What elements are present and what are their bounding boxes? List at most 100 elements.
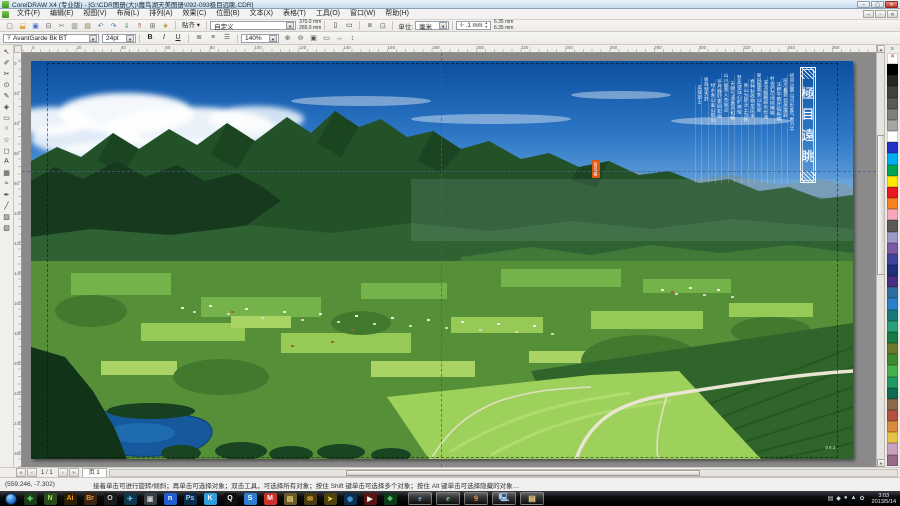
taskbar-window-explorer[interactable]: ▤ bbox=[520, 492, 544, 505]
menu-item-6[interactable]: 位图(B) bbox=[211, 9, 244, 19]
taskbar-icon-photoshop[interactable]: Ps bbox=[184, 493, 197, 505]
underline-button[interactable]: U bbox=[172, 32, 184, 44]
nudge-offset-field[interactable]: ✛ .1 mm ▲▼ bbox=[456, 21, 491, 30]
menu-item-5[interactable]: 效果(C) bbox=[178, 9, 212, 19]
taskbar-window-browser[interactable]: e bbox=[436, 492, 460, 505]
taskbar-icon-notes[interactable]: N bbox=[44, 493, 57, 505]
palette-swatch[interactable] bbox=[887, 198, 898, 209]
palette-swatch[interactable] bbox=[887, 109, 898, 120]
page-forward-button[interactable]: » bbox=[69, 468, 79, 477]
maximize-button[interactable]: ▢ bbox=[871, 1, 884, 8]
taskbar-icon-globe[interactable]: ◉ bbox=[344, 493, 357, 505]
taskbar-icon-folder[interactable]: ▤ bbox=[284, 493, 297, 505]
taskbar-icon-messenger[interactable]: ✈ bbox=[124, 493, 137, 505]
cut-button[interactable]: ✂ bbox=[56, 21, 67, 31]
taskbar-icon-bird[interactable]: ➤ bbox=[324, 493, 337, 505]
taskbar-icon-qq[interactable]: Q bbox=[224, 493, 237, 505]
palette-swatch[interactable] bbox=[887, 165, 898, 176]
zoom-selected-button[interactable]: ▣ bbox=[308, 33, 319, 43]
print-button[interactable]: ⊟ bbox=[43, 21, 54, 31]
palette-swatch[interactable] bbox=[887, 365, 898, 376]
menu-item-10[interactable]: 窗口(W) bbox=[345, 9, 380, 19]
palette-swatch[interactable] bbox=[887, 98, 898, 109]
zoom-level-combo[interactable]: 140%▾ bbox=[241, 34, 279, 43]
horizontal-guide[interactable] bbox=[22, 171, 876, 172]
doc-restore-button[interactable]: ▫ bbox=[875, 10, 886, 18]
palette-swatch[interactable] bbox=[887, 276, 898, 287]
palette-swatch[interactable] bbox=[887, 176, 898, 187]
menu-item-7[interactable]: 文本(X) bbox=[245, 9, 278, 19]
chevron-down-icon[interactable]: ▾ bbox=[286, 22, 294, 29]
taskbar-icon-security[interactable]: ✚ bbox=[24, 493, 37, 505]
paragraph-button-0[interactable]: ≣ bbox=[193, 32, 205, 44]
page-back-button[interactable]: « bbox=[16, 468, 26, 477]
palette-swatch[interactable] bbox=[887, 287, 898, 298]
text-tool[interactable]: A bbox=[1, 156, 13, 167]
taskbar-icon-bridge[interactable]: Br bbox=[84, 493, 97, 505]
palette-swatch[interactable] bbox=[887, 254, 898, 265]
palette-menu-icon[interactable]: ≡ bbox=[887, 46, 898, 53]
close-button[interactable]: ✕ bbox=[885, 1, 898, 8]
portrait-button[interactable]: ▯ bbox=[329, 20, 341, 32]
palette-swatch[interactable] bbox=[887, 410, 898, 421]
palette-swatch[interactable] bbox=[887, 142, 898, 153]
palette-swatch[interactable] bbox=[887, 443, 898, 454]
tray-icon-2[interactable]: ● bbox=[844, 495, 848, 502]
landscape-photo[interactable]: 极目远眺山河形胜气象万千层峦叠翠云蒸霞蔚沃野平畴阡陌纵横村舍俨然绿树掩映溪流蜿蜒… bbox=[31, 61, 853, 459]
interactive-fill-tool[interactable]: ▧ bbox=[1, 222, 13, 233]
palette-swatch[interactable] bbox=[887, 310, 898, 321]
palette-swatch[interactable] bbox=[887, 75, 898, 86]
all-pages-icon[interactable]: ⧈ bbox=[364, 21, 375, 31]
zoom-page-width-button[interactable]: ↔ bbox=[334, 33, 345, 43]
doc-minimize-button[interactable]: – bbox=[863, 10, 874, 18]
palette-swatch[interactable] bbox=[887, 187, 898, 198]
palette-swatch[interactable] bbox=[887, 321, 898, 332]
palette-swatch[interactable] bbox=[887, 131, 898, 142]
italic-button[interactable]: I bbox=[158, 32, 170, 44]
palette-swatch[interactable] bbox=[887, 243, 898, 254]
palette-swatch[interactable] bbox=[887, 64, 898, 75]
tray-icon-1[interactable]: ◆ bbox=[836, 495, 841, 502]
menu-item-11[interactable]: 帮助(H) bbox=[380, 9, 414, 19]
menu-item-0[interactable]: 文件(F) bbox=[12, 9, 45, 19]
menu-item-4[interactable]: 排列(A) bbox=[144, 9, 177, 19]
redo-button[interactable]: ↷ bbox=[108, 21, 119, 31]
menu-item-3[interactable]: 布局(L) bbox=[112, 9, 145, 19]
zoom-page-height-button[interactable]: ↕ bbox=[347, 33, 358, 43]
ruler-origin[interactable] bbox=[14, 45, 22, 53]
units-combo[interactable]: 毫米▾ bbox=[415, 21, 449, 30]
taskbar-icon-mail[interactable]: ✉ bbox=[304, 493, 317, 505]
menu-item-9[interactable]: 工具(O) bbox=[311, 9, 345, 19]
taskbar-icon-green[interactable]: ❖ bbox=[384, 493, 397, 505]
palette-swatch[interactable] bbox=[887, 298, 898, 309]
new-button[interactable]: ▢ bbox=[4, 21, 15, 31]
palette-swatch[interactable] bbox=[887, 377, 898, 388]
bold-button[interactable]: B bbox=[144, 32, 156, 44]
palette-swatch[interactable] bbox=[887, 343, 898, 354]
taskbar-window-computer[interactable]: 🖳 bbox=[492, 492, 516, 505]
tray-icon-0[interactable]: ▤ bbox=[828, 495, 834, 502]
shape-tool[interactable]: ✐ bbox=[1, 57, 13, 68]
taskbar-icon-illustrator[interactable]: Ai bbox=[64, 493, 77, 505]
menu-item-2[interactable]: 视图(V) bbox=[78, 9, 111, 19]
paper-size-fields[interactable]: 370.0 mm 265.0 mm bbox=[299, 20, 321, 31]
save-button[interactable]: ▣ bbox=[30, 21, 41, 31]
paste-button[interactable]: ▤ bbox=[82, 21, 93, 31]
palette-swatch[interactable] bbox=[887, 153, 898, 164]
duplicate-distance-fields[interactable]: 6.35 mm 6.35 mm bbox=[494, 20, 513, 31]
basic-shapes-tool[interactable]: ◻ bbox=[1, 145, 13, 156]
freehand-tool[interactable]: ✎ bbox=[1, 90, 13, 101]
pick-tool[interactable]: ↖ bbox=[1, 46, 13, 57]
taskbar-icon-photos[interactable]: ▣ bbox=[144, 493, 157, 505]
zoom-in-button[interactable]: ⊕ bbox=[282, 33, 293, 43]
smart-fill-tool[interactable]: ◈ bbox=[1, 101, 13, 112]
zoom-all-button[interactable]: ▭ bbox=[321, 33, 332, 43]
taskbar-icon-player[interactable]: ▶ bbox=[364, 493, 377, 505]
vertical-ruler[interactable]: 020406080100120140160180200220240260 bbox=[14, 53, 22, 467]
font-size-combo[interactable]: 24pt▾ bbox=[102, 34, 136, 43]
horizontal-scroll-thumb[interactable] bbox=[346, 470, 700, 476]
drawing-canvas[interactable]: 极目远眺山河形胜气象万千层峦叠翠云蒸霞蔚沃野平畴阡陌纵横村舍俨然绿树掩映溪流蜿蜒… bbox=[22, 53, 876, 467]
copy-button[interactable]: ▥ bbox=[69, 21, 80, 31]
welcome-button[interactable]: ★ bbox=[160, 21, 171, 31]
polygon-tool[interactable]: ☆ bbox=[1, 134, 13, 145]
